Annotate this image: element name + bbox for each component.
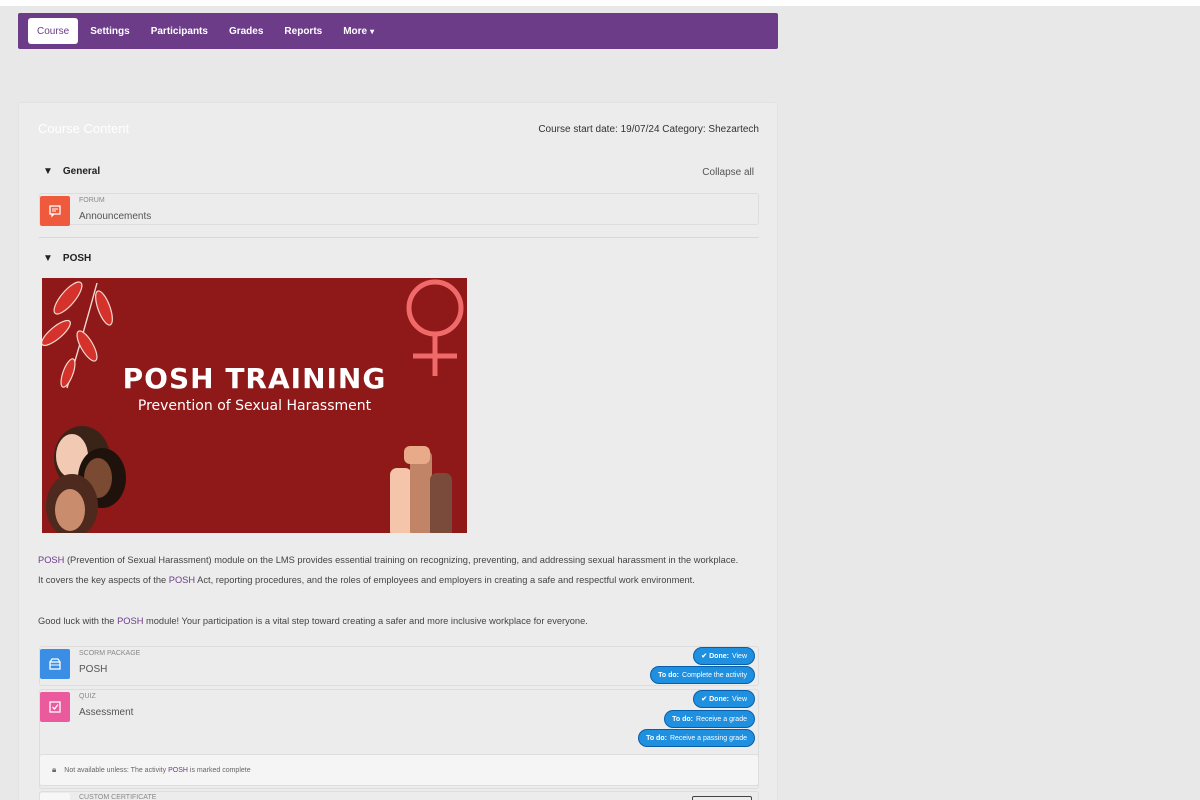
quiz-icon xyxy=(40,692,70,722)
posh-keyword: POSH xyxy=(117,616,144,626)
posh-description-1-text: (Prevention of Sexual Harassment) module… xyxy=(64,555,739,565)
restriction-text-c: is marked complete xyxy=(189,766,251,774)
collapse-all-link[interactable]: Collapse all xyxy=(702,167,754,178)
activity-custom-certificate[interactable]: CUSTOM CERTIFICATE xyxy=(39,791,759,800)
tab-grades[interactable]: Grades xyxy=(220,18,272,44)
posh-keyword: POSH xyxy=(168,575,196,585)
badge-value: Receive a passing grade xyxy=(669,734,747,742)
posh-description-3: Good luck with the POSH module! Your par… xyxy=(38,616,588,626)
tab-settings[interactable]: Settings xyxy=(81,18,138,44)
tab-course[interactable]: Course xyxy=(28,18,79,44)
activity-forum-announcements[interactable]: FORUM Announcements xyxy=(39,193,759,226)
badge-label: To do: xyxy=(672,715,694,723)
badge-label: To do: xyxy=(658,671,680,679)
forum-icon xyxy=(40,196,70,226)
badge-label: ✔ Done: xyxy=(701,696,729,703)
restriction-notice: 🔒︎ Not available unless: The activity PO… xyxy=(39,754,759,786)
tab-reports[interactable]: Reports xyxy=(275,18,331,44)
course-navbar: Course Settings Participants Grades Repo… xyxy=(18,13,778,49)
posh-description-1: POSH (Prevention of Sexual Harassment) m… xyxy=(38,555,738,565)
top-strip xyxy=(0,0,1200,6)
badge-value: Complete the activity xyxy=(682,671,747,679)
course-content-panel: Course Content Course start date: 19/07/… xyxy=(18,102,778,800)
activity-name-link[interactable]: Announcements xyxy=(79,211,151,222)
activity-type-label: QUIZ xyxy=(79,693,96,700)
activity-scorm-posh[interactable]: SCORM PACKAGE POSH ✔ Done: View To do: C… xyxy=(39,646,759,686)
restriction-activity-link[interactable]: POSH xyxy=(168,767,188,774)
posh-training-banner: POSH TRAINING Prevention of Sexual Haras… xyxy=(42,278,467,533)
activity-name-link[interactable]: POSH xyxy=(79,664,107,675)
package-icon xyxy=(40,649,70,679)
completion-badge-todo: To do: Complete the activity xyxy=(651,667,754,683)
restriction-text-a: Not available unless: The activity xyxy=(64,766,167,774)
tab-more[interactable]: More ▾ xyxy=(334,18,383,44)
posh-description-2-text-a: It covers the key aspects of the xyxy=(38,575,169,585)
chevron-down-icon: ▼ xyxy=(43,166,53,177)
activity-type-label: FORUM xyxy=(79,197,105,204)
section-posh-header[interactable]: ▼ POSH xyxy=(43,253,91,264)
section-divider xyxy=(39,237,759,238)
section-general-title: General xyxy=(62,166,101,177)
posh-description-2: It covers the key aspects of the POSH Ac… xyxy=(38,575,695,585)
activity-name-link[interactable]: Assessment xyxy=(79,707,133,718)
badge-label: To do: xyxy=(646,734,667,742)
banner-subtitle: Prevention of Sexual Harassment xyxy=(137,398,372,414)
posh-keyword: POSH xyxy=(38,555,65,565)
posh-description-2-text-c: Act, reporting procedures, and the roles… xyxy=(195,575,695,585)
completion-badge-done: ✔ Done: View xyxy=(694,691,754,707)
course-content-heading: Course Content xyxy=(38,121,130,136)
chevron-down-icon: ▾ xyxy=(370,26,375,36)
tab-participants[interactable]: Participants xyxy=(142,18,217,44)
section-general-header[interactable]: ▼ General xyxy=(43,166,100,177)
lock-icon: 🔒︎ xyxy=(52,765,57,774)
chevron-down-icon: ▼ xyxy=(43,253,53,264)
certificate-icon xyxy=(40,793,70,800)
activity-type-label: CUSTOM CERTIFICATE xyxy=(79,794,157,800)
badge-label: ✔ Done: xyxy=(701,653,729,660)
completion-badge-passing-grade: To do: Receive a passing grade xyxy=(639,730,754,746)
tab-more-label: More xyxy=(343,25,368,37)
completion-badge-grade: To do: Receive a grade xyxy=(665,711,754,727)
badge-value: View xyxy=(731,695,747,703)
completion-badge-done: ✔ Done: View xyxy=(694,648,754,664)
posh-description-3-text-c: module! Your participation is a vital st… xyxy=(143,616,588,626)
activity-type-label: SCORM PACKAGE xyxy=(79,650,141,657)
section-posh-title: POSH xyxy=(62,253,92,264)
course-meta: Course start date: 19/07/24 Category: Sh… xyxy=(538,124,759,135)
certificate-action-button[interactable] xyxy=(692,796,752,800)
posh-description-3-text-a: Good luck with the xyxy=(38,616,118,626)
banner-title: POSH TRAINING xyxy=(122,362,387,395)
badge-value: Receive a grade xyxy=(696,715,747,723)
badge-value: View xyxy=(731,652,747,660)
